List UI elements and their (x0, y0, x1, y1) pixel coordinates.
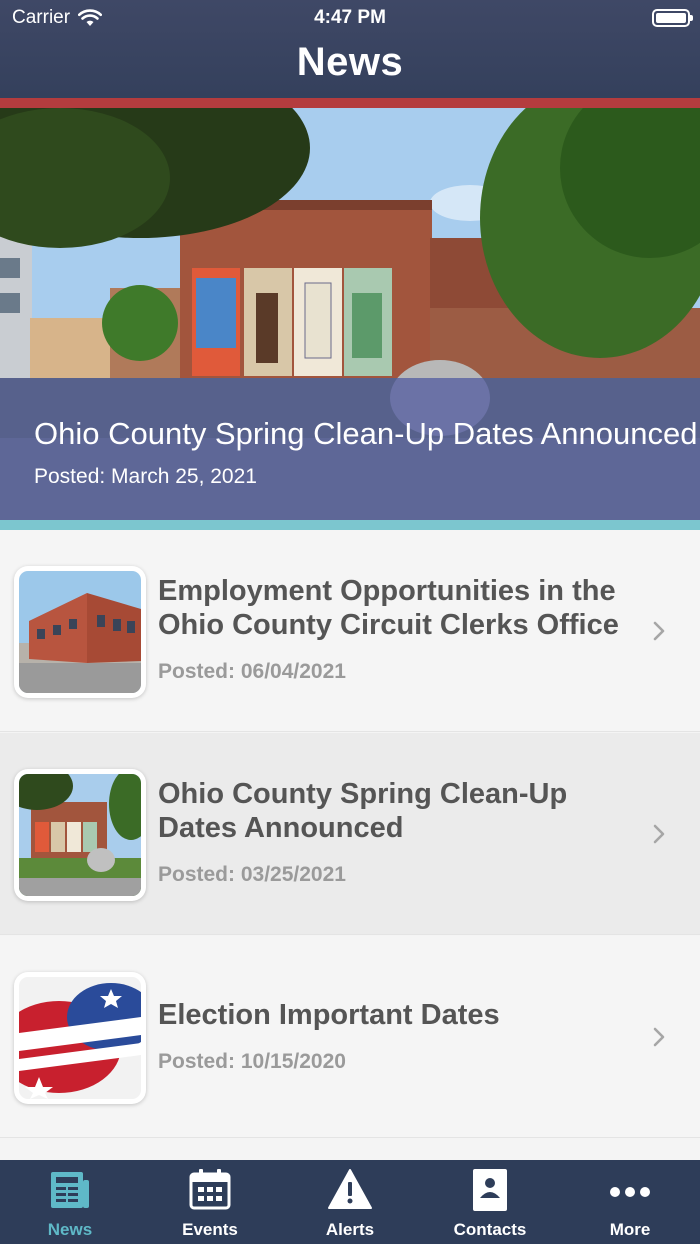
tab-label: Events (182, 1220, 238, 1239)
vote-buttons-photo-icon (19, 977, 141, 1099)
tab-label: More (609, 1220, 651, 1239)
status-time: 4:47 PM (314, 7, 386, 28)
news-item-date: Posted: 06/04/2021 (158, 660, 346, 683)
news-list-item[interactable]: Ohio County Spring Clean-Up Dates Announ… (0, 733, 700, 935)
tab-label: News (47, 1220, 93, 1239)
news-item-title: Ohio County Spring Clean-Up Dates Announ… (158, 778, 568, 844)
news-item-title: Election Important Dates (158, 999, 500, 1031)
news-thumbnail (14, 769, 146, 901)
building-photo-icon (19, 571, 141, 693)
more-dots-icon (610, 1187, 650, 1197)
news-item-date: Posted: 10/15/2020 (158, 1050, 346, 1073)
mural-photo-icon (19, 774, 141, 896)
featured-story-title: Ohio County Spring Clean-Up Dates Announ… (34, 416, 698, 451)
contact-card-icon (473, 1169, 507, 1211)
chevron-right-icon (653, 621, 665, 641)
battery-icon (652, 9, 693, 27)
header: Carrier 4:47 PM News (0, 0, 700, 98)
news-thumbnail (14, 972, 146, 1104)
tab-label: Contacts (453, 1220, 527, 1239)
header-accent-bar (0, 98, 700, 108)
tab-more[interactable]: More (560, 1160, 700, 1244)
tab-news[interactable]: News (0, 1160, 140, 1244)
warning-icon (328, 1169, 372, 1209)
featured-story[interactable]: Ohio County Spring Clean-Up Dates Announ… (0, 108, 700, 520)
tab-label: Alerts (325, 1220, 375, 1239)
news-item-title: Employment Opportunities in the Ohio Cou… (158, 575, 619, 641)
chevron-right-icon (653, 1027, 665, 1047)
tab-bar: News Events Alerts Contacts More (0, 1160, 700, 1244)
tab-contacts[interactable]: Contacts (420, 1160, 560, 1244)
newspaper-icon (51, 1172, 89, 1208)
chevron-right-icon (653, 824, 665, 844)
status-bar: Carrier 4:47 PM (0, 0, 700, 36)
tab-alerts[interactable]: Alerts (280, 1160, 420, 1244)
calendar-icon (189, 1169, 231, 1210)
featured-story-date: Posted: March 25, 2021 (34, 465, 257, 488)
page-title: News (296, 40, 404, 84)
news-item-date: Posted: 03/25/2021 (158, 863, 346, 886)
hero-accent-bar (0, 520, 700, 530)
news-list-item[interactable]: Election Important Dates Posted: 10/15/2… (0, 936, 700, 1138)
app-screen: Carrier 4:47 PM News Ohio County Spring … (0, 0, 700, 1244)
tab-events[interactable]: Events (140, 1160, 280, 1244)
news-list-item[interactable]: Employment Opportunities in the Ohio Cou… (0, 530, 700, 732)
news-thumbnail (14, 566, 146, 698)
